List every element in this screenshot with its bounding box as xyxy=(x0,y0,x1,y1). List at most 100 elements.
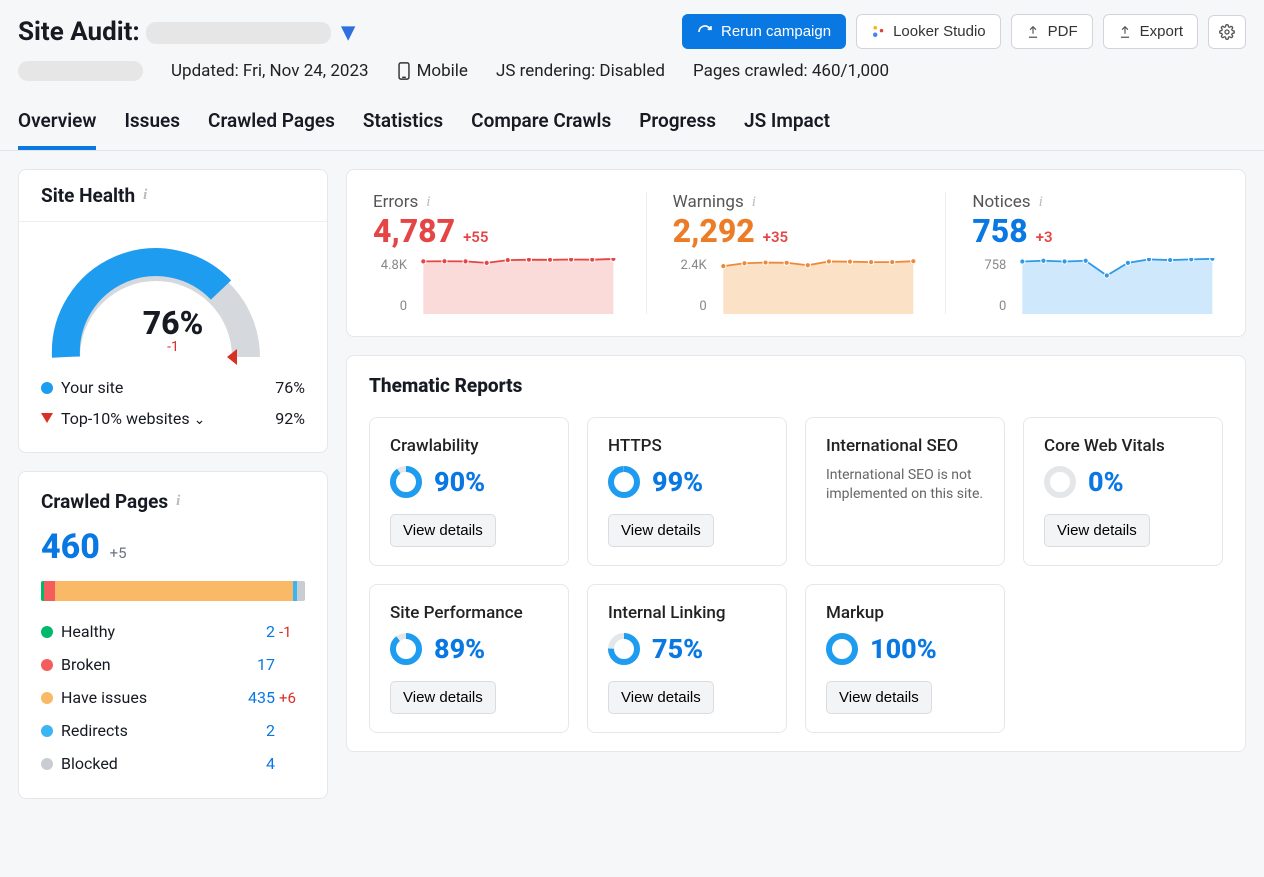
crawled-row-delta: . xyxy=(279,656,305,674)
thematic-card-title: HTTPS xyxy=(608,436,766,456)
thematic-card: Markup 100% View details xyxy=(805,584,1005,733)
rerun-label: Rerun campaign xyxy=(721,23,831,40)
view-details-button[interactable]: View details xyxy=(608,514,714,547)
export-button[interactable]: Export xyxy=(1103,14,1198,49)
tab-js-impact[interactable]: JS Impact xyxy=(744,99,830,150)
looker-studio-button[interactable]: Looker Studio xyxy=(856,14,1001,49)
view-details-button[interactable]: View details xyxy=(1044,514,1150,547)
crawled-row[interactable]: Broken17. xyxy=(41,648,305,681)
thematic-card: Site Performance 89% View details xyxy=(369,584,569,733)
crawled-row-delta: . xyxy=(279,755,305,773)
crawled-row[interactable]: Have issues 435+6 xyxy=(41,681,305,714)
axis-label: 2.4K xyxy=(673,258,707,273)
info-icon[interactable]: i xyxy=(176,493,180,510)
looker-label: Looker Studio xyxy=(893,23,986,40)
thematic-card-value: 89% xyxy=(434,633,485,665)
notices-metric[interactable]: Noticesi 758+3 7580 xyxy=(945,192,1245,314)
thematic-card-title: Markup xyxy=(826,603,984,623)
view-details-button[interactable]: View details xyxy=(390,514,496,547)
crawled-row-delta: . xyxy=(279,722,305,740)
notices-title: Notices xyxy=(972,192,1030,212)
tab-overview[interactable]: Overview xyxy=(18,99,96,150)
crawled-row[interactable]: Blocked4. xyxy=(41,747,305,780)
rerun-campaign-button[interactable]: Rerun campaign xyxy=(682,14,846,49)
thematic-card-title: International SEO xyxy=(826,436,984,456)
view-details-button[interactable]: View details xyxy=(608,681,714,714)
crawled-pages-delta: +5 xyxy=(110,544,127,562)
warnings-delta: +35 xyxy=(763,228,788,246)
issues-summary-card: Errorsi 4,787+55 4.8K0 Warningsi 2,292+3… xyxy=(346,169,1246,337)
settings-button[interactable] xyxy=(1208,15,1246,49)
crawled-row-label: Have issues xyxy=(61,688,147,707)
errors-metric[interactable]: Errorsi 4,787+55 4.8K0 xyxy=(347,192,646,314)
info-icon[interactable]: i xyxy=(426,194,430,211)
legend-value: 92% xyxy=(275,409,305,428)
dot-icon xyxy=(41,725,53,737)
crawled-row-delta: +6 xyxy=(279,689,305,707)
tab-progress[interactable]: Progress xyxy=(639,99,716,150)
upload-icon xyxy=(1026,25,1040,39)
tab-issues[interactable]: Issues xyxy=(124,99,180,150)
axis-label: 0 xyxy=(673,299,707,314)
device-label: Mobile xyxy=(417,61,468,81)
axis-label: 0 xyxy=(972,299,1006,314)
dot-icon xyxy=(41,758,53,770)
crawled-row-value: 435 xyxy=(248,688,275,707)
crawled-pages-value[interactable]: 460 xyxy=(41,527,100,567)
thematic-card-title: Internal Linking xyxy=(608,603,766,623)
pdf-button[interactable]: PDF xyxy=(1011,14,1093,49)
errors-title: Errors xyxy=(373,192,418,212)
crawled-row[interactable]: Healthy2-1 xyxy=(41,615,305,648)
crawled-row-label: Healthy xyxy=(61,622,115,641)
legend-row[interactable]: Your site76% xyxy=(41,372,305,403)
project-name-redacted xyxy=(18,61,143,81)
view-details-button[interactable]: View details xyxy=(390,681,496,714)
tab-compare-crawls[interactable]: Compare Crawls xyxy=(471,99,611,150)
axis-label: 0 xyxy=(373,299,407,314)
tab-statistics[interactable]: Statistics xyxy=(363,99,443,150)
page-title-prefix: Site Audit: xyxy=(18,17,140,47)
thematic-card-title: Core Web Vitals xyxy=(1044,436,1202,456)
chevron-down-icon[interactable]: ▾ xyxy=(342,17,355,47)
thematic-card: HTTPS 99% View details xyxy=(587,417,787,566)
crawled-pages-title: Crawled Pages xyxy=(41,490,168,513)
mobile-icon xyxy=(397,62,411,80)
chevron-down-icon[interactable]: ⌄ xyxy=(194,412,206,428)
gauge-delta: -1 xyxy=(41,339,305,355)
dot-icon xyxy=(41,382,53,394)
thematic-card-value: 99% xyxy=(652,466,703,498)
thematic-reports-card: Thematic Reports Crawlability 90%View de… xyxy=(346,355,1246,752)
updated-label: Updated: Fri, Nov 24, 2023 xyxy=(171,61,369,81)
donut-icon xyxy=(608,633,640,665)
notices-value: 758 xyxy=(972,212,1027,250)
thematic-card-value: 100% xyxy=(870,633,937,665)
thematic-card-title: Site Performance xyxy=(390,603,548,623)
gear-icon xyxy=(1219,24,1235,40)
export-label: Export xyxy=(1140,23,1183,40)
crawled-row-value: 2 xyxy=(266,721,275,740)
legend-row[interactable]: Top-10% websites⌄92% xyxy=(41,403,305,434)
info-icon[interactable]: i xyxy=(143,187,147,204)
crawled-pages-card: Crawled Pages i 460 +5 Healthy2-1Broken1… xyxy=(18,471,328,799)
upload-icon xyxy=(1118,25,1132,39)
tab-crawled-pages[interactable]: Crawled Pages xyxy=(208,99,335,150)
breakdown-bar xyxy=(41,581,305,601)
warnings-metric[interactable]: Warningsi 2,292+35 2.4K0 xyxy=(646,192,946,314)
donut-icon xyxy=(826,633,858,665)
dot-icon xyxy=(41,692,53,704)
triangle-down-icon xyxy=(41,413,53,423)
crawled-row[interactable]: Redirects2. xyxy=(41,714,305,747)
thematic-card: Core Web Vitals 0%View details xyxy=(1023,417,1223,566)
notices-sparkline xyxy=(1016,258,1219,314)
info-icon[interactable]: i xyxy=(1039,194,1043,211)
errors-sparkline xyxy=(417,258,620,314)
donut-icon xyxy=(390,633,422,665)
notices-delta: +3 xyxy=(1036,228,1053,246)
crawled-row-label: Blocked xyxy=(61,754,118,773)
crawled-row-label: Broken xyxy=(61,655,111,674)
site-health-card: Site Health i 76% -1 Your site76%Top-10%… xyxy=(18,169,328,453)
view-details-button[interactable]: View details xyxy=(826,681,932,714)
looker-icon xyxy=(871,25,885,39)
info-icon[interactable]: i xyxy=(752,194,756,211)
crawled-row-value: 2 xyxy=(266,622,275,641)
